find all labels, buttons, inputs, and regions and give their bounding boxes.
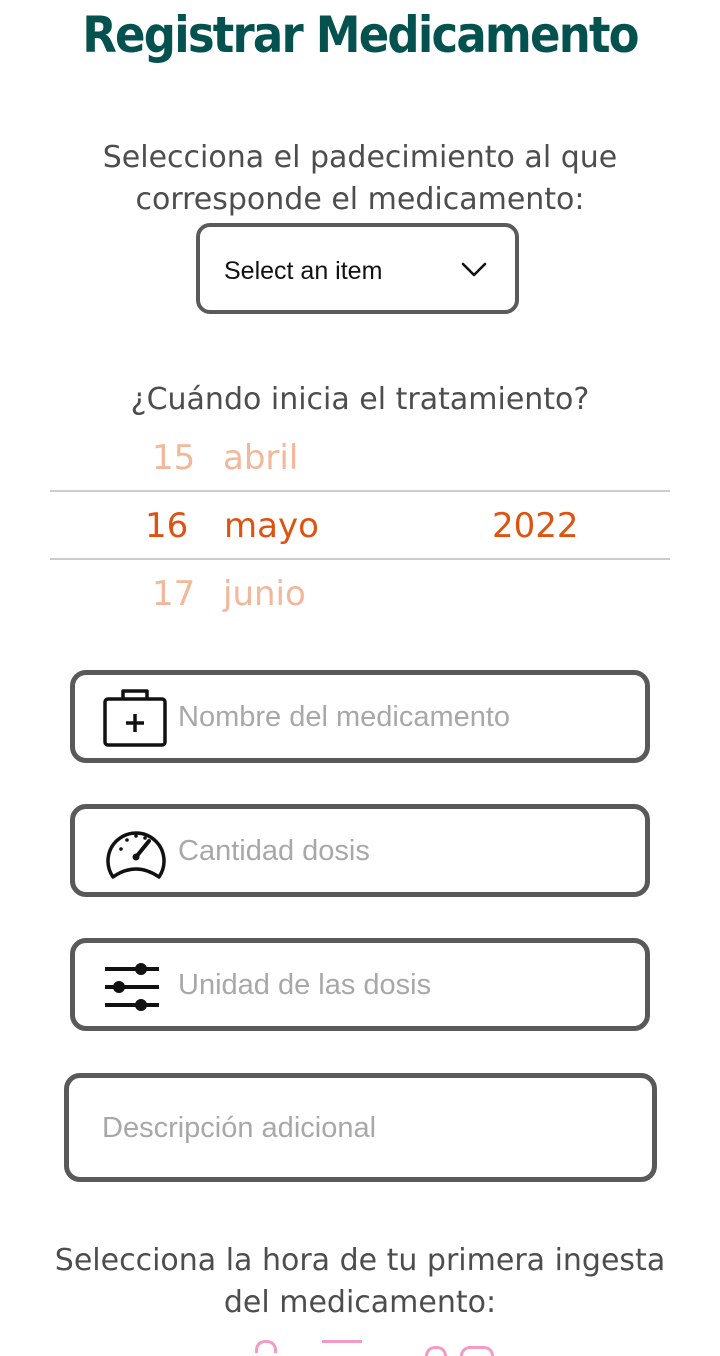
time-minute-glyph <box>322 1340 362 1353</box>
picker-year-selected[interactable]: 2022 <box>492 506 579 546</box>
description-placeholder: Descripción adicional <box>102 1112 377 1144</box>
condition-dropdown[interactable]: Select an item <box>196 223 519 314</box>
first-intake-prompt: Selecciona la hora de tu primera ingesta… <box>0 1240 720 1324</box>
picker-month-selected[interactable]: mayo <box>224 506 319 546</box>
description-field[interactable]: Descripción adicional <box>64 1073 657 1182</box>
condition-prompt: Selecciona el padecimiento al que corres… <box>0 137 720 221</box>
picker-day-next[interactable]: 17 <box>152 574 195 614</box>
picker-month-next[interactable]: junio <box>223 574 306 614</box>
picker-divider-top <box>50 490 670 492</box>
medicine-name-placeholder: Nombre del medicamento <box>178 701 511 733</box>
picker-row-next[interactable]: 17 junio <box>0 574 720 634</box>
first-intake-time-picker[interactable] <box>0 1336 720 1356</box>
dose-amount-placeholder: Cantidad dosis <box>178 835 370 867</box>
condition-dropdown-value: Select an item <box>224 257 383 285</box>
first-intake-prompt-line-2: del medicamento: <box>223 1285 497 1320</box>
dose-unit-field[interactable]: Unidad de las dosis <box>70 938 650 1031</box>
picker-row-selected[interactable]: 16 mayo 2022 <box>0 506 720 566</box>
sliders-icon <box>105 963 159 1011</box>
page-title: Registrar Medicamento <box>82 6 639 64</box>
picker-day-prev[interactable]: 15 <box>152 438 195 478</box>
picker-day-selected[interactable]: 16 <box>145 506 188 546</box>
time-ampm-glyph-2 <box>460 1346 494 1356</box>
gauge-icon <box>106 831 166 879</box>
start-date-prompt-text: ¿Cuándo inicia el tratamiento? <box>130 382 590 417</box>
dose-unit-placeholder: Unidad de las dosis <box>178 969 432 1001</box>
first-intake-prompt-line-1: Selecciona la hora de tu primera ingesta <box>54 1243 666 1278</box>
first-aid-kit-icon <box>103 689 167 747</box>
start-date-picker[interactable]: 15 abril 16 mayo 2022 17 junio <box>0 430 720 630</box>
time-ampm-glyph-1 <box>425 1346 447 1356</box>
medicine-name-field[interactable]: Nombre del medicamento <box>70 670 650 763</box>
chevron-down-icon <box>461 262 487 277</box>
time-hour-glyph <box>255 1340 277 1353</box>
dose-amount-field[interactable]: Cantidad dosis <box>70 804 650 897</box>
picker-divider-bottom <box>50 558 670 560</box>
start-date-prompt: ¿Cuándo inicia el tratamiento? <box>0 379 720 421</box>
condition-prompt-line-1: Selecciona el padecimiento al que <box>102 140 618 175</box>
picker-month-prev[interactable]: abril <box>223 438 298 478</box>
picker-row-prev[interactable]: 15 abril <box>0 438 720 498</box>
condition-prompt-line-2: corresponde el medicamento: <box>135 182 585 217</box>
